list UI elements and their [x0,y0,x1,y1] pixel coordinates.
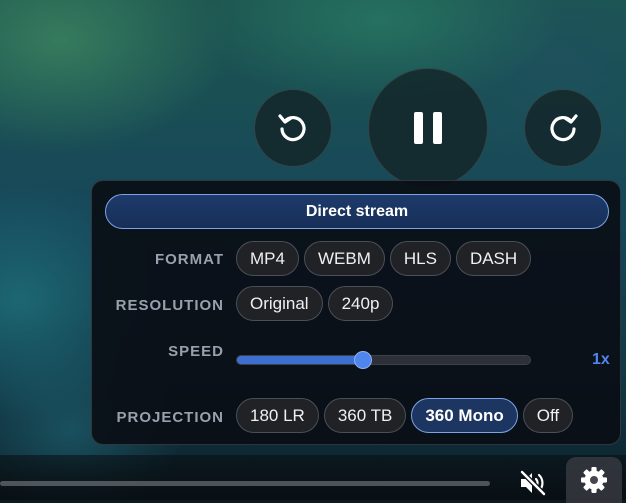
speed-slider-fill [237,356,363,364]
forward-button[interactable] [524,89,602,167]
projection-option-180-lr[interactable]: 180 LR [236,398,319,433]
speed-value: 1x [592,351,610,368]
speed-slider[interactable] [236,351,531,369]
settings-panel: Direct stream FORMAT MP4 WEBM HLS DASH R… [91,180,621,445]
pause-icon [414,112,442,144]
rewind-button[interactable] [254,89,332,167]
direct-stream-button[interactable]: Direct stream [105,194,609,229]
speed-slider-thumb[interactable] [353,351,372,369]
projection-option-360-tb[interactable]: 360 TB [323,398,407,433]
format-option-mp4[interactable]: MP4 [236,241,299,276]
format-option-webm[interactable]: WEBM [303,241,385,276]
projection-option-off[interactable]: Off [522,398,574,433]
rotate-cw-icon [550,114,578,142]
mute-button[interactable] [515,466,551,500]
format-options: MP4 WEBM HLS DASH [236,241,532,276]
projection-option-360-mono[interactable]: 360 Mono [411,398,518,433]
resolution-label: RESOLUTION [115,297,224,314]
play-pause-button[interactable] [368,68,488,188]
resolution-option-240p[interactable]: 240p [327,286,394,321]
format-option-dash[interactable]: DASH [455,241,532,276]
settings-button[interactable] [566,457,622,503]
projection-label: PROJECTION [116,409,224,426]
gear-icon [581,467,607,493]
projection-options: 180 LR 360 TB 360 Mono Off [236,398,574,433]
format-label: FORMAT [154,251,224,268]
rotate-ccw-icon [278,114,306,142]
resolution-option-original[interactable]: Original [236,286,323,321]
volume-muted-icon [519,470,547,496]
speed-label: SPEED [168,343,224,360]
format-option-hls[interactable]: HLS [389,241,451,276]
seek-bar[interactable] [0,481,490,486]
resolution-options: Original 240p [236,286,394,321]
